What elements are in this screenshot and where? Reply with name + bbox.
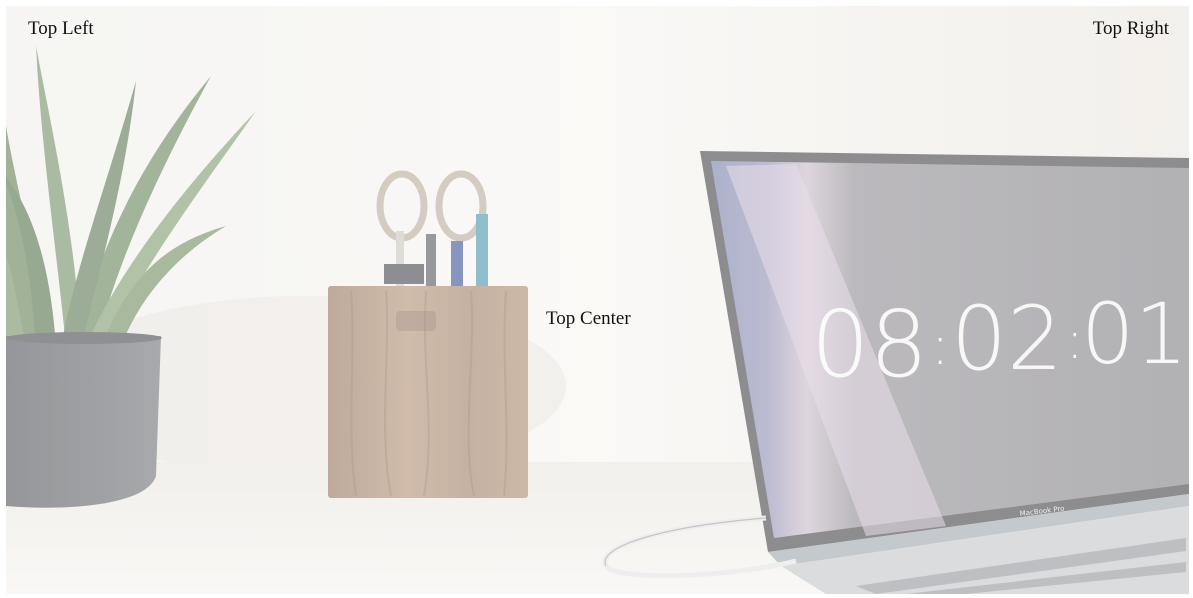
background-photo: 08 : 02 : 01 MacBook Pro xyxy=(6,6,1189,594)
clock-separator-1: : xyxy=(931,314,949,377)
caption-top-center: Top Center xyxy=(546,308,631,329)
caption-top-right: Top Right xyxy=(1092,18,1169,39)
pot xyxy=(6,336,161,508)
laptop-clock: 08 : 02 : 01 xyxy=(811,285,1188,398)
caption-top-left: Top Left xyxy=(28,18,94,39)
clock-hours: 08 xyxy=(811,291,928,398)
background-slide: 08 : 02 : 01 MacBook Pro Top Left Top Ri… xyxy=(0,0,1193,598)
desk-scene-image: 08 : 02 : 01 MacBook Pro xyxy=(6,6,1189,594)
clock-seconds: 01 xyxy=(1081,285,1188,383)
clock-minutes: 02 xyxy=(951,287,1063,390)
